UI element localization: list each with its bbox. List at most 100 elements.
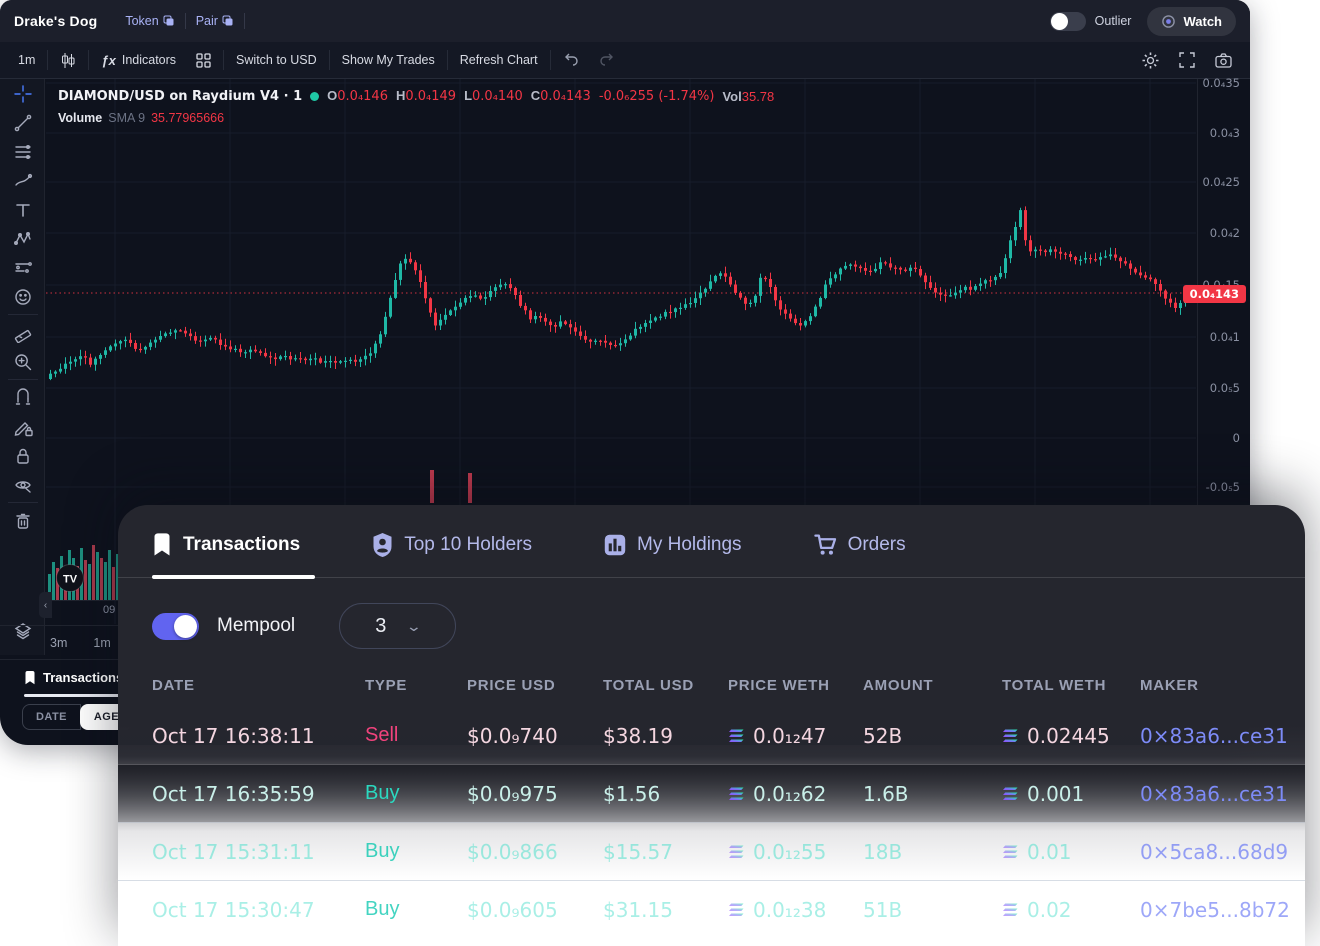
layout-grid-button[interactable]	[186, 53, 221, 68]
fullscreen-button[interactable]	[1169, 52, 1205, 68]
col-price-usd[interactable]: PRICE USD	[467, 677, 603, 694]
tx-maker-link[interactable]: 0×83a6...ce31	[1140, 724, 1288, 748]
interval-button[interactable]: 1m	[8, 53, 45, 67]
watch-button[interactable]: Watch	[1147, 7, 1236, 36]
transactions-overlay-panel: Transactions Top 10 Holders My Holdings …	[118, 505, 1305, 946]
tx-price-usd: $0.0₉866	[467, 840, 603, 864]
copy-token-button[interactable]: Token	[125, 14, 174, 28]
tx-price-usd: $0.0₉975	[467, 782, 603, 806]
axis-label: 0.0₄25	[1202, 175, 1240, 189]
col-date[interactable]: DATE	[152, 677, 365, 694]
col-total-usd[interactable]: TOTAL USD	[603, 677, 728, 694]
tool-remove-drawings[interactable]	[7, 506, 39, 535]
tab-my-holdings[interactable]: My Holdings	[604, 534, 742, 556]
tool-crosshair[interactable]	[7, 79, 39, 108]
solana-icon	[1002, 729, 1019, 743]
chart-toolbar: 1m ƒx Indicators Switch to USD Show My T…	[0, 42, 1250, 79]
tool-text[interactable]	[7, 195, 39, 224]
fib-retracement-icon	[13, 142, 33, 162]
outlier-toggle[interactable]	[1050, 12, 1086, 31]
tx-date: Oct 17 15:31:11	[152, 840, 365, 864]
tx-total-weth: 0.02445	[1002, 724, 1140, 748]
axis-label: 0.0₄3	[1210, 126, 1240, 140]
tx-price-weth: 0.0₁₂55	[728, 840, 863, 864]
tool-brush[interactable]	[7, 166, 39, 195]
tx-maker-link[interactable]: 0×5ca8...68d9	[1140, 840, 1288, 864]
window-topbar: Drake's Dog Token Pair Outlier Watch	[0, 0, 1250, 42]
pair-title: DIAMOND/USD on Raydium V4 · 1	[58, 89, 302, 104]
price-change: -0.0₆255 (-1.74%)	[599, 89, 715, 104]
undo-button[interactable]	[553, 53, 589, 67]
col-type[interactable]: TYPE	[365, 677, 467, 694]
copy-pair-button[interactable]: Pair	[196, 14, 234, 28]
tx-maker-link[interactable]: 0×7be5...8b72	[1140, 898, 1290, 922]
tab-underline	[118, 575, 1305, 579]
tx-maker-link[interactable]: 0×83a6...ce31	[1140, 782, 1288, 806]
redo-button[interactable]	[589, 53, 625, 67]
transaction-row[interactable]: Oct 17 15:30:47Buy$0.0₉605$31.15 0.0₁₂38…	[118, 880, 1305, 938]
tool-long-position[interactable]	[7, 253, 39, 282]
chevron-down-icon: ⌄	[406, 618, 422, 635]
gear-icon	[1142, 52, 1159, 69]
mempool-count-dropdown[interactable]: 3 ⌄	[339, 603, 456, 649]
draw-lock-icon	[13, 417, 33, 437]
col-maker[interactable]: MAKER	[1140, 677, 1271, 694]
tx-type: Buy	[365, 840, 467, 863]
axis-label: 0	[1233, 431, 1240, 445]
magnet-icon	[13, 388, 33, 408]
timeframe-1m[interactable]: 1m	[93, 636, 110, 650]
fullscreen-icon	[1179, 52, 1195, 68]
tab-orders[interactable]: Orders	[814, 534, 906, 556]
tool-magnet[interactable]	[7, 383, 39, 412]
svg-text:TV: TV	[63, 574, 78, 586]
transactions-table: Oct 17 16:38:11Sell$0.0₉740$38.19 0.0₁₂4…	[118, 707, 1305, 938]
tool-hide-drawings[interactable]	[7, 470, 39, 499]
tx-amount: 1.6B	[863, 782, 1002, 806]
solana-icon	[728, 903, 745, 917]
tx-amount: 18B	[863, 840, 1002, 864]
screenshot-button[interactable]	[1205, 53, 1242, 68]
tab-top-10-holders[interactable]: Top 10 Holders	[372, 533, 532, 557]
tool-lock[interactable]	[7, 441, 39, 470]
lock-icon	[13, 446, 33, 466]
tx-total-usd: $31.15	[603, 898, 728, 922]
transaction-row[interactable]: Oct 17 15:31:11Buy$0.0₉866$15.57 0.0₁₂55…	[118, 822, 1305, 880]
candlestick-style-button[interactable]	[50, 52, 86, 69]
col-amount[interactable]: AMOUNT	[863, 677, 1002, 694]
tab-transactions[interactable]: Transactions	[152, 533, 300, 557]
text-icon	[13, 200, 33, 220]
show-my-trades-button[interactable]: Show My Trades	[332, 53, 445, 67]
col-price-weth[interactable]: PRICE WETH	[728, 677, 863, 694]
tool-emoji[interactable]	[7, 282, 39, 311]
transaction-row[interactable]: Oct 17 16:35:59Buy$0.0₉975$1.56 0.0₁₂621…	[118, 764, 1305, 822]
switch-to-usd-button[interactable]: Switch to USD	[226, 53, 327, 67]
divider	[8, 314, 38, 315]
table-header: DATE TYPE PRICE USD TOTAL USD PRICE WETH…	[118, 671, 1305, 699]
hide-drawings-icon	[13, 475, 33, 495]
divider	[8, 502, 38, 503]
settings-button[interactable]	[1132, 52, 1169, 69]
axis-label: 0.0₅5	[1210, 381, 1240, 395]
col-total-weth[interactable]: TOTAL WETH	[1002, 677, 1140, 694]
date-toggle-button[interactable]: DATE	[22, 704, 81, 730]
tool-ruler[interactable]	[7, 318, 39, 347]
collapse-sidebar-button[interactable]: ‹	[39, 592, 52, 618]
tool-xabcd-pattern[interactable]	[7, 224, 39, 253]
indicators-button[interactable]: ƒx Indicators	[91, 53, 186, 68]
refresh-chart-button[interactable]: Refresh Chart	[450, 53, 548, 67]
tool-trend-line[interactable]	[7, 108, 39, 137]
tx-total-usd: $1.56	[603, 782, 728, 806]
timeframe-3m[interactable]: 3m	[50, 636, 67, 650]
tx-date: Oct 17 15:30:47	[152, 898, 365, 922]
mempool-toggle[interactable]	[152, 613, 199, 640]
tx-price-weth: 0.0₁₂38	[728, 898, 863, 922]
tool-fib-retracement[interactable]	[7, 137, 39, 166]
tool-draw-lock[interactable]	[7, 412, 39, 441]
transactions-tab-small[interactable]: Transactions	[24, 670, 123, 685]
divider	[185, 13, 186, 29]
transaction-row[interactable]: Oct 17 16:38:11Sell$0.0₉740$38.19 0.0₁₂4…	[118, 707, 1305, 764]
candlestick-icon	[60, 52, 76, 69]
solana-icon	[728, 729, 745, 743]
time-axis-label: 09	[103, 604, 115, 616]
tool-zoom-in[interactable]	[7, 347, 39, 376]
